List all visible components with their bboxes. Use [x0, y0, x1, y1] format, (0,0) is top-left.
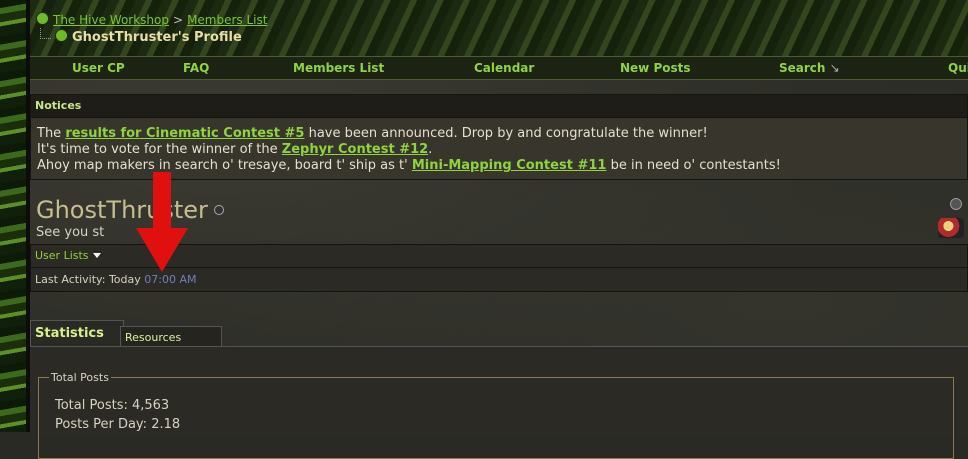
dropdown-caret-icon [92, 253, 101, 258]
breadcrumb: The Hive Workshop > Members List [36, 12, 267, 27]
search-menu-icon: ↘ [829, 61, 840, 75]
nav-new-posts[interactable]: New Posts [620, 61, 691, 75]
notice-3-text: Ahoy map makers in search o' tresaye, bo… [37, 158, 412, 173]
user-lists-label: User Lists [35, 249, 89, 262]
breadcrumb-home-link[interactable]: The Hive Workshop [53, 13, 169, 27]
total-posts-fieldset: Total Posts Total Posts: 4,563 Posts Per… [38, 371, 954, 459]
statistics-panel: Total Posts Total Posts: 4,563 Posts Per… [30, 346, 968, 459]
mini-mapping-contest-link[interactable]: Mini-Mapping Contest #11 [412, 158, 607, 173]
status-orb-icon [950, 198, 962, 210]
navbar: User CP FAQ Members List Calendar New Po… [30, 56, 968, 80]
breadcrumb-separator: > [173, 13, 184, 27]
total-posts-stat: Total Posts: 4,563 [55, 398, 170, 413]
tree-connector-icon [40, 28, 51, 39]
last-activity-label: Last Activity: [35, 273, 106, 286]
nav-calendar[interactable]: Calendar [474, 61, 534, 75]
tab-resources[interactable]: Resources [120, 326, 222, 348]
notice-3-tail: be in need o' contestants! [606, 158, 781, 173]
notice-line-1: The results for Cinematic Contest #5 hav… [37, 126, 961, 142]
site-header: The Hive Workshop > Members List GhostThru… [30, 0, 968, 56]
nav-search-label: Search [779, 61, 826, 75]
last-activity-day: Today [108, 273, 141, 286]
page-title-row: GhostThruster's Profile [40, 28, 242, 45]
tab-statistics[interactable]: Statistics [30, 320, 124, 347]
page-title: GhostThruster's Profile [72, 30, 242, 45]
nav-quick-links[interactable]: Qui [948, 61, 968, 75]
notice-2-tail: . [428, 142, 433, 157]
notice-2-text: It's time to vote for the winner of the [37, 142, 282, 157]
notice-line-2: It's time to vote for the winner of the … [37, 142, 961, 158]
nav-faq[interactable]: FAQ [183, 61, 209, 75]
notices-header: Notices [31, 95, 967, 118]
last-activity-time: 07:00 AM [144, 273, 197, 286]
hive-home-icon [36, 12, 49, 25]
user-rank-icon [938, 218, 964, 238]
nav-search[interactable]: Search ↘ [779, 61, 840, 75]
nav-user-cp[interactable]: User CP [72, 61, 125, 75]
notices-panel: Notices The results for Cinematic Contes… [30, 94, 968, 180]
fieldset-legend: Total Posts [49, 371, 111, 384]
profile-icon [55, 29, 68, 42]
page-stage: The Hive Workshop > Members List GhostThru… [30, 0, 968, 459]
notice-1-text: The [37, 126, 66, 141]
zephyr-contest-link[interactable]: Zephyr Contest #12 [282, 142, 428, 157]
profile-username: GhostThruster [36, 196, 224, 224]
cinematic-contest-link[interactable]: results for Cinematic Contest #5 [65, 126, 304, 141]
posts-per-day-stat: Posts Per Day: 2.18 [55, 417, 181, 432]
breadcrumb-members-link[interactable]: Members List [187, 13, 267, 27]
online-status-icon [213, 205, 224, 215]
vine-border-decoration [0, 0, 30, 432]
nav-members-list[interactable]: Members List [293, 61, 384, 75]
user-title: See you st [36, 225, 105, 240]
notice-1-tail: have been announced. Drop by and congrat… [304, 126, 708, 141]
red-annotation-arrow-icon [136, 172, 188, 272]
